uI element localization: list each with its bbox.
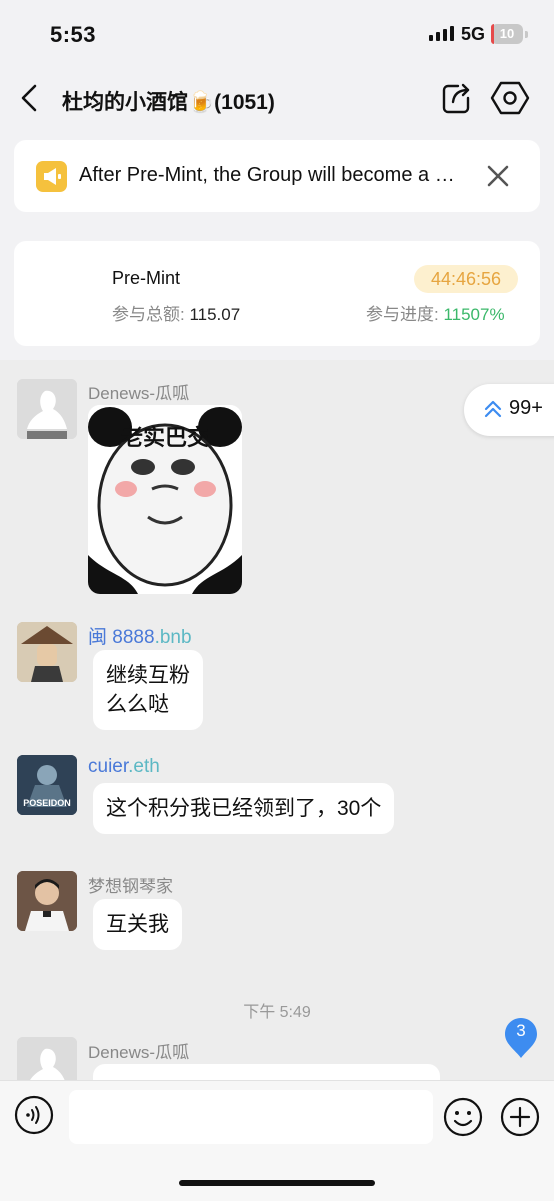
voice-button[interactable] [14, 1095, 54, 1135]
default-avatar-icon [17, 379, 77, 439]
network-label: 5G [461, 24, 486, 44]
double-chevron-up-icon [482, 398, 504, 420]
sender-name[interactable]: Denews-瓜呱 [88, 379, 189, 404]
status-time: 5:53 [50, 22, 97, 47]
sender-prefix: 闽 [88, 627, 108, 648]
megaphone-icon [36, 161, 67, 192]
share-icon [442, 83, 470, 114]
avatar[interactable] [17, 622, 77, 682]
signal-icon [429, 26, 454, 41]
message-bubble[interactable]: 继续互粉 么么哒 [93, 650, 203, 730]
premint-total: 参与总额: 115.07 [112, 300, 240, 325]
chevron-left-icon [21, 84, 37, 112]
message-text-line: 么么哒 [106, 693, 169, 716]
sender-suffix: .eth [128, 756, 160, 777]
avatar[interactable] [17, 379, 77, 439]
hexagon-settings-icon [490, 81, 530, 115]
sender-name[interactable]: cuier.eth [88, 756, 160, 778]
message-bubble[interactable]: 这个积分我已经领到了，30个 [93, 783, 395, 834]
unread-count: 99+ [509, 397, 543, 419]
avatar[interactable] [17, 871, 77, 931]
sticker-caption: 老实巴交 [120, 425, 209, 450]
sender-suffix: .bnb [154, 627, 192, 648]
home-indicator [179, 1180, 375, 1186]
emoji-icon [443, 1097, 483, 1137]
premint-progress-label: 参与进度: [366, 305, 444, 324]
message-input[interactable] [69, 1090, 433, 1144]
premint-countdown: 44:46:56 [414, 265, 518, 293]
voice-icon [14, 1095, 54, 1135]
more-options-button[interactable] [500, 1097, 540, 1137]
sender-name[interactable]: Denews-瓜呱 [88, 1038, 189, 1063]
message-text-line: 继续互粉 [106, 664, 190, 687]
message-text: 互关我 [106, 913, 169, 936]
share-button[interactable] [436, 78, 476, 118]
battery-tip [525, 31, 528, 38]
new-messages-count: 3 [516, 1021, 526, 1040]
plus-icon [500, 1097, 540, 1137]
announcement-text: After Pre-Mint, the Group will become a … [79, 164, 459, 186]
premint-title: Pre-Mint [112, 268, 181, 288]
message-bubble[interactable]: 互关我 [93, 899, 182, 950]
battery-number: 10 [499, 26, 515, 41]
premint-total-value: 115.07 [189, 305, 241, 324]
sender-name[interactable]: 闽 8888.bnb [88, 622, 192, 649]
sender-name[interactable]: 梦想钢琴家 [88, 872, 173, 897]
back-button[interactable] [14, 80, 48, 116]
battery-icon: 10 [491, 24, 523, 44]
premint-total-label: 参与总额: [112, 305, 190, 324]
settings-button[interactable] [490, 78, 530, 118]
premint-progress-value: 11507% [443, 305, 505, 324]
man-photo-avatar [17, 871, 77, 931]
premint-card[interactable] [14, 241, 540, 346]
hat-character-avatar [17, 622, 77, 682]
premint-progress: 参与进度: 11507% [366, 300, 505, 325]
emoji-button[interactable] [443, 1097, 483, 1137]
message-timestamp: 下午 5:49 [243, 1004, 311, 1021]
avatar-label: POSEIDON [23, 798, 71, 808]
message-text: 这个积分我已经领到了，30个 [106, 797, 382, 820]
sender-main: cuier [88, 756, 129, 777]
close-announcement-button[interactable] [482, 160, 514, 192]
sender-main: 8888 [112, 627, 155, 648]
page-title: 杜均的小酒馆🍺(1051) [62, 91, 275, 114]
close-icon [487, 165, 509, 187]
